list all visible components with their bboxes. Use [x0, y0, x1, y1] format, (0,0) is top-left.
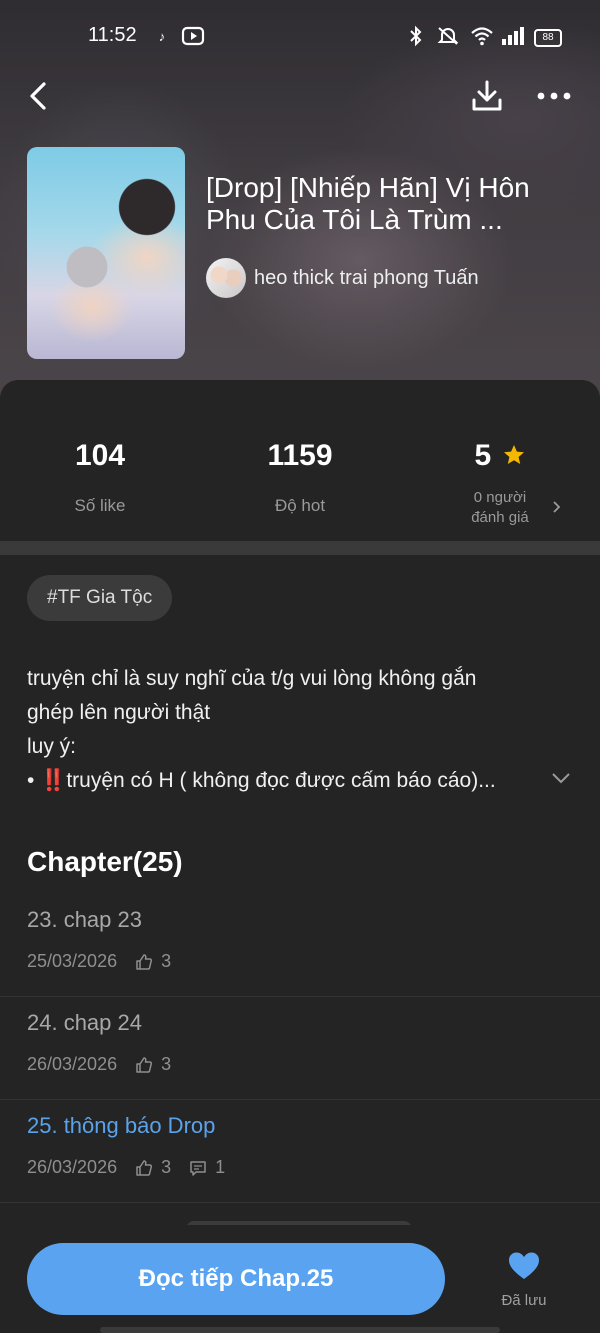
- chapter-item[interactable]: 23. chap 23 25/03/2026 3: [0, 893, 600, 997]
- thumbs-up-icon: [136, 1056, 153, 1073]
- author-name: heo thick trai phong Tuấn: [254, 266, 479, 289]
- hot-value: 1159: [267, 439, 333, 472]
- expand-description-button[interactable]: [550, 771, 572, 790]
- download-button[interactable]: [468, 76, 506, 116]
- rating-label: 0 người đánh giá: [400, 488, 600, 528]
- download-icon: [472, 80, 502, 111]
- chapter-date: 26/03/2026: [27, 1157, 118, 1177]
- comment-icon: [190, 1160, 206, 1176]
- chapter-date: 25/03/2026: [27, 951, 118, 971]
- thumbs-up-icon: [136, 953, 153, 970]
- saved-button[interactable]: Đã lưu: [490, 1251, 558, 1309]
- star-icon: [503, 445, 524, 464]
- chapter-item-current[interactable]: 25. thông báo Drop 26/03/2026 3 1: [0, 1099, 600, 1203]
- chapter-date: 26/03/2026: [27, 1054, 118, 1074]
- likes-value: 104: [74, 439, 126, 472]
- chapter-list-heading: Chapter(25): [27, 846, 183, 877]
- back-arrow-icon: [30, 82, 46, 110]
- wifi-icon: [470, 25, 494, 47]
- signal-icon: [500, 25, 526, 47]
- mute-icon: [436, 25, 460, 47]
- description-line: ghép lên người thật: [27, 701, 211, 724]
- story-description: truyện chỉ là suy nghĩ của t/g vui lòng …: [27, 662, 557, 798]
- chapter-title: 24. chap 24: [27, 1010, 142, 1035]
- chapter-likes: 3: [161, 1054, 172, 1074]
- story-title: [Drop] [Nhiếp Hãn] Vị Hôn Phu Của Tôi Là…: [206, 172, 530, 235]
- hot-label: Độ hot: [274, 496, 326, 515]
- rating-stat[interactable]: 5 0 người đánh giá: [400, 438, 600, 528]
- heart-icon: [509, 1252, 539, 1279]
- chevron-down-icon: [552, 773, 570, 784]
- home-indicator: [100, 1327, 500, 1333]
- genre-tag[interactable]: #TF Gia Tộc: [27, 575, 173, 621]
- thumbs-up-icon: [136, 1159, 153, 1176]
- description-line: luy ý:: [27, 735, 77, 758]
- author-avatar: [206, 258, 246, 298]
- battery-indicator: 88: [534, 29, 562, 47]
- description-line: truyện chỉ là suy nghĩ của t/g vui lòng …: [27, 667, 477, 690]
- top-action-bar: [0, 74, 600, 118]
- tiktok-icon: ♪: [158, 28, 166, 44]
- status-bar: 11:52 ♪ 88: [0, 0, 600, 74]
- bottom-action-bar: Đọc tiếp Chap.25 Đã lưu: [0, 1225, 600, 1333]
- likes-label: Số like: [74, 496, 126, 515]
- rating-value-row: 5: [400, 438, 600, 474]
- stats-row: 104 Số like 1159 Độ hot 5 0 người đánh g…: [0, 380, 600, 540]
- chapter-meta: 26/03/2026 3: [27, 1054, 171, 1075]
- section-divider: [0, 541, 600, 555]
- status-time: 11:52: [88, 24, 137, 46]
- chapter-comments: 1: [215, 1157, 226, 1177]
- story-cover-image[interactable]: [27, 147, 185, 359]
- chapter-title: 25. thông báo Drop: [27, 1113, 216, 1138]
- chapter-item[interactable]: 24. chap 24 26/03/2026 3: [0, 996, 600, 1100]
- rating-label-line2: đánh giá: [471, 509, 529, 526]
- chapter-likes: 3: [161, 951, 172, 971]
- back-button[interactable]: [22, 78, 54, 114]
- youtube-icon: [181, 25, 205, 47]
- chapter-title: 23. chap 23: [27, 907, 142, 932]
- chevron-right-icon: [553, 501, 561, 513]
- rating-label-line1: 0 người: [473, 489, 527, 506]
- rating-value: 5: [474, 439, 492, 472]
- continue-reading-button[interactable]: Đọc tiếp Chap.25: [27, 1243, 445, 1315]
- bluetooth-icon: [408, 25, 424, 47]
- hot-stat: 1159 Độ hot: [200, 438, 400, 516]
- chapter-meta: 26/03/2026 3 1: [27, 1157, 225, 1178]
- author-link[interactable]: heo thick trai phong Tuấn: [206, 258, 479, 298]
- chapter-meta: 25/03/2026 3: [27, 951, 171, 972]
- saved-label: Đã lưu: [501, 1292, 547, 1309]
- description-line: • ‼️truyện có H ( không đọc được cấm báo…: [27, 769, 496, 792]
- more-options-button[interactable]: [534, 78, 574, 114]
- chapter-likes: 3: [161, 1157, 172, 1177]
- more-dots-icon: [537, 92, 571, 100]
- likes-stat: 104 Số like: [0, 438, 200, 516]
